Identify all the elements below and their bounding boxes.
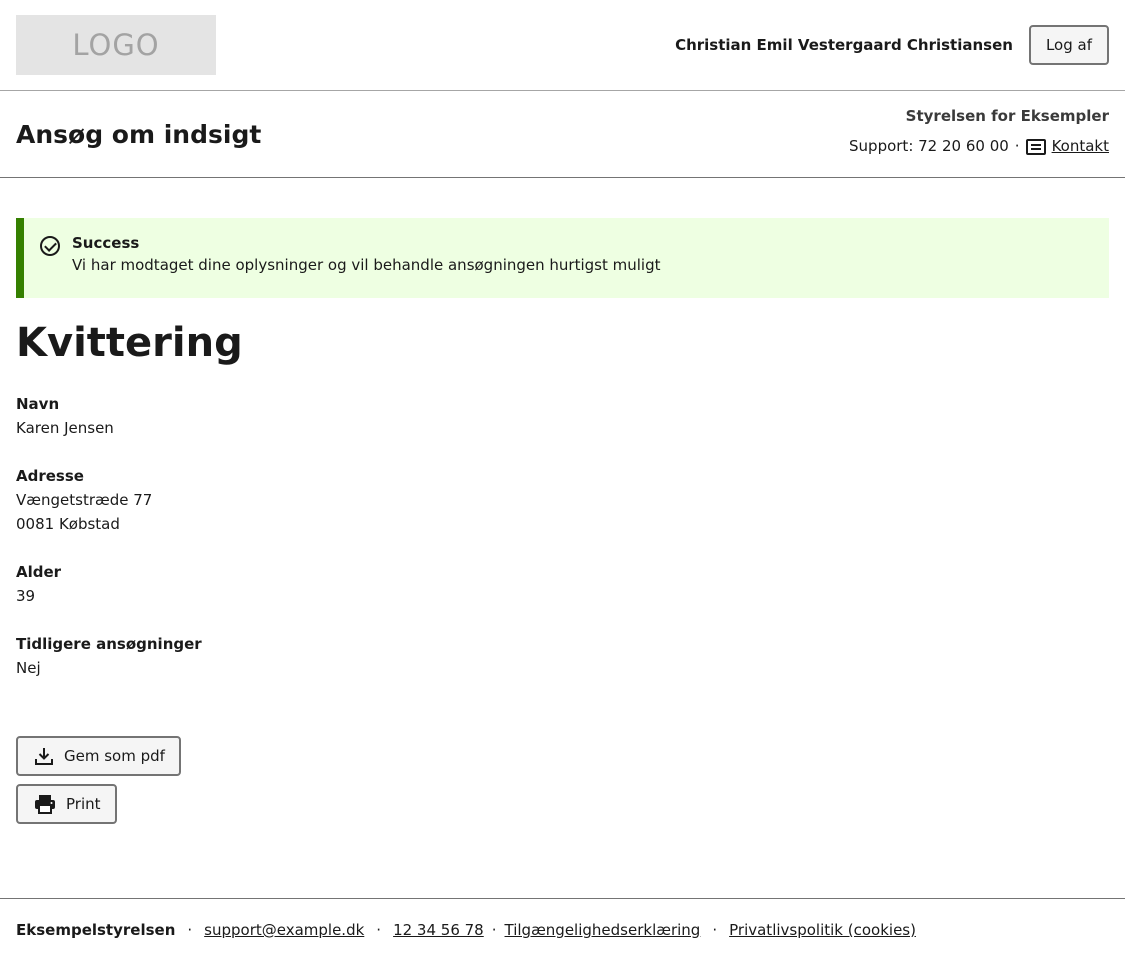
contact-link[interactable]: Kontakt	[1052, 137, 1109, 155]
page-footer: Eksempelstyrelsen · support@example.dk ·…	[0, 898, 1125, 961]
support-phone: Support: 72 20 60 00	[849, 137, 1009, 155]
save-pdf-label: Gem som pdf	[64, 747, 165, 765]
footer-privacy-link[interactable]: Privatlivspolitik (cookies)	[729, 921, 916, 939]
footer-phone-link[interactable]: 12 34 56 78	[393, 921, 484, 939]
field-value: 39	[16, 587, 36, 605]
logo: LOGO	[16, 15, 216, 75]
receipt-title: Kvittering	[16, 320, 243, 366]
field-previous-applications: Tidligere ansøgninger Nej	[16, 632, 1109, 680]
authority-name: Styrelsen for Eksempler	[905, 107, 1109, 125]
alert-message: Vi har modtaget dine oplysninger og vil …	[72, 256, 661, 274]
success-alert: Success Vi har modtaget dine oplysninger…	[16, 218, 1109, 298]
field-address: Adresse Vængetstræde 77 0081 Købstad	[16, 464, 1109, 536]
field-label: Navn	[16, 395, 60, 413]
top-header: LOGO Christian Emil Vestergaard Christia…	[0, 0, 1125, 91]
separator: ·	[712, 921, 718, 939]
field-age: Alder 39	[16, 560, 1109, 608]
authority-info: Styrelsen for Eksempler Support: 72 20 6…	[849, 107, 1109, 155]
check-circle-icon	[40, 236, 60, 256]
footer-accessibility-link[interactable]: Tilgængelighedserklæring	[505, 921, 701, 939]
field-value: Nej	[16, 659, 41, 677]
contact-icon	[1025, 139, 1046, 155]
download-icon	[35, 748, 53, 765]
main-content: Success Vi har modtaget dine oplysninger…	[0, 178, 1125, 824]
field-label: Alder	[16, 563, 62, 581]
separator: ·	[1014, 137, 1020, 155]
logout-button[interactable]: Log af	[1028, 25, 1109, 65]
page-title: Ansøg om indsigt	[16, 119, 262, 149]
separator: ·	[187, 921, 193, 939]
print-label: Print	[66, 795, 101, 813]
save-pdf-button[interactable]: Gem som pdf	[16, 736, 181, 776]
user-area: Christian Emil Vestergaard Christiansen …	[675, 25, 1109, 65]
user-name: Christian Emil Vestergaard Christiansen	[675, 36, 1013, 54]
field-value: 0081 Købstad	[16, 515, 120, 533]
footer-org: Eksempelstyrelsen	[16, 921, 176, 939]
field-label: Adresse	[16, 467, 84, 485]
print-button[interactable]: Print	[16, 784, 117, 824]
printer-icon	[35, 795, 55, 814]
field-value: Karen Jensen	[16, 419, 114, 437]
alert-title: Success	[72, 234, 140, 252]
footer-email-link[interactable]: support@example.dk	[204, 921, 364, 939]
separator: ·	[491, 921, 497, 939]
service-header: Ansøg om indsigt Styrelsen for Eksempler…	[0, 91, 1125, 178]
field-label: Tidligere ansøgninger	[16, 635, 202, 653]
field-value: Vængetstræde 77	[16, 491, 153, 509]
separator: ·	[376, 921, 382, 939]
receipt-actions: Gem som pdf Print	[16, 736, 1109, 824]
alert-body: Success Vi har modtaget dine oplysninger…	[72, 234, 660, 274]
field-name: Navn Karen Jensen	[16, 392, 1109, 440]
support-line: Support: 72 20 60 00 · Kontakt	[849, 137, 1109, 155]
